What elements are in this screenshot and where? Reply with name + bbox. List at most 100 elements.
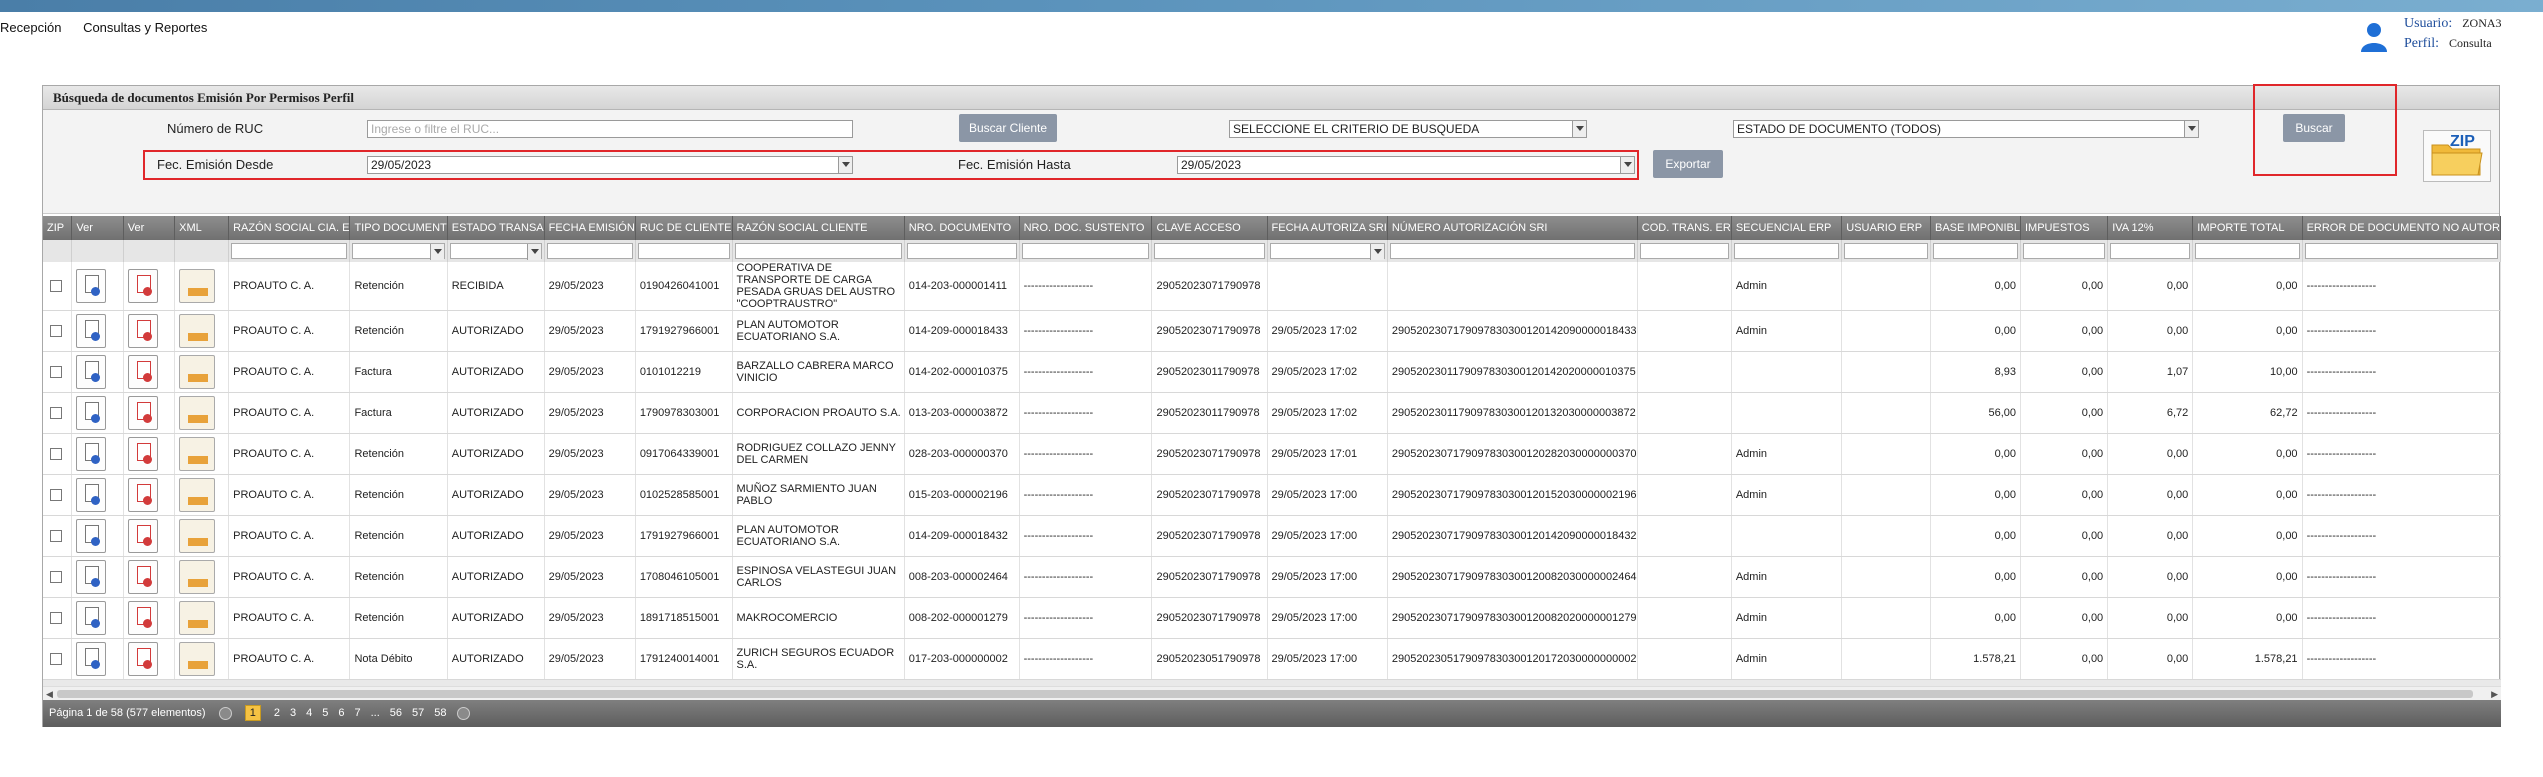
view-document-icon[interactable]: [76, 478, 107, 512]
view-document-icon[interactable]: [76, 519, 107, 553]
xml-icon[interactable]: [179, 314, 216, 348]
xml-icon[interactable]: [179, 601, 216, 635]
view-document-icon[interactable]: [76, 560, 107, 594]
pager-current-page[interactable]: 1: [244, 705, 261, 721]
xml-icon[interactable]: [179, 560, 216, 594]
pager-page-link[interactable]: 6: [338, 707, 344, 719]
column-filter-input[interactable]: [637, 243, 730, 259]
row-checkbox[interactable]: [50, 407, 62, 419]
column-header[interactable]: SECUENCIAL ERP: [1731, 216, 1843, 240]
pager-page-link[interactable]: 5: [322, 707, 328, 719]
column-header[interactable]: BASE IMPONIBL: [1930, 216, 2021, 240]
scroll-left-icon[interactable]: ◀: [46, 689, 53, 700]
menu-item-recepcion[interactable]: Recepción: [0, 20, 61, 35]
column-header[interactable]: ESTADO TRANSA: [447, 216, 545, 240]
view-document-icon[interactable]: [76, 314, 107, 348]
column-header[interactable]: NRO. DOCUMENTO: [904, 216, 1020, 240]
xml-icon[interactable]: [179, 396, 216, 430]
next-page-icon[interactable]: [456, 706, 470, 720]
pdf-icon[interactable]: [127, 601, 158, 635]
column-filter-input[interactable]: [1269, 243, 1385, 260]
column-header[interactable]: Ver: [71, 216, 124, 240]
xml-icon[interactable]: [179, 478, 216, 512]
xml-icon[interactable]: [179, 269, 216, 303]
column-filter-input[interactable]: [906, 243, 1017, 259]
pdf-icon[interactable]: [127, 519, 158, 553]
hasta-date-input[interactable]: 29/05/2023: [1177, 156, 1635, 174]
desde-date-input[interactable]: 29/05/2023: [367, 156, 853, 174]
column-filter-input[interactable]: [734, 243, 902, 259]
column-header[interactable]: NRO. DOC. SUSTENTO: [1019, 216, 1153, 240]
zip-download-button[interactable]: ZIP: [2423, 130, 2491, 182]
pager-page-link[interactable]: 58: [434, 707, 446, 719]
row-checkbox[interactable]: [50, 489, 62, 501]
xml-icon[interactable]: [179, 642, 216, 676]
pdf-icon[interactable]: [127, 478, 158, 512]
row-checkbox[interactable]: [50, 653, 62, 665]
column-header[interactable]: RAZÓN SOCIAL CIA. E: [228, 216, 351, 240]
row-checkbox[interactable]: [50, 612, 62, 624]
view-document-icon[interactable]: [76, 396, 107, 430]
row-checkbox[interactable]: [50, 530, 62, 542]
column-header[interactable]: IMPUESTOS: [2020, 216, 2109, 240]
column-header[interactable]: CLAVE ACCESO: [1151, 216, 1268, 240]
row-checkbox[interactable]: [50, 280, 62, 292]
pager-page-link[interactable]: 7: [355, 707, 361, 719]
row-checkbox[interactable]: [50, 448, 62, 460]
view-document-icon[interactable]: [76, 355, 107, 389]
row-checkbox[interactable]: [50, 571, 62, 583]
prev-page-icon[interactable]: [218, 706, 232, 720]
column-header[interactable]: NÚMERO AUTORIZACIÓN SRI: [1387, 216, 1638, 240]
perfil-value[interactable]: Consulta: [2449, 36, 2492, 50]
row-checkbox[interactable]: [50, 366, 62, 378]
pdf-icon[interactable]: [127, 437, 158, 471]
column-filter-input[interactable]: [1021, 243, 1150, 259]
column-header[interactable]: FECHA EMISIÓN: [544, 216, 636, 240]
column-header[interactable]: XML: [174, 216, 230, 240]
buscar-cliente-button[interactable]: Buscar Cliente: [959, 114, 1057, 142]
view-document-icon[interactable]: [76, 269, 107, 303]
estado-select[interactable]: ESTADO DE DOCUMENTO (TODOS): [1733, 120, 2199, 138]
pdf-icon[interactable]: [127, 560, 158, 594]
column-header[interactable]: COD. TRANS. ER: [1637, 216, 1732, 240]
column-filter-input[interactable]: [1389, 243, 1635, 259]
column-header[interactable]: RAZÓN SOCIAL CLIENTE: [732, 216, 905, 240]
column-header[interactable]: USUARIO ERP: [1841, 216, 1931, 240]
pdf-icon[interactable]: [127, 642, 158, 676]
row-checkbox[interactable]: [50, 325, 62, 337]
column-header[interactable]: ZIP: [43, 216, 73, 240]
pdf-icon[interactable]: [127, 269, 158, 303]
pdf-icon[interactable]: [127, 314, 158, 348]
column-filter-input[interactable]: [1844, 243, 1928, 259]
ruc-input[interactable]: Ingrese o filtre el RUC...: [367, 120, 853, 138]
criterio-select[interactable]: SELECCIONE EL CRITERIO DE BUSQUEDA: [1229, 120, 1587, 138]
column-header[interactable]: IMPORTE TOTAL: [2192, 216, 2303, 240]
scrollbar-thumb[interactable]: [57, 690, 2473, 698]
column-filter-input[interactable]: [2304, 243, 2498, 259]
column-filter-input[interactable]: [2110, 243, 2191, 259]
column-filter-input[interactable]: [2195, 243, 2300, 259]
view-document-icon[interactable]: [76, 642, 107, 676]
xml-icon[interactable]: [179, 355, 216, 389]
menu-item-consultas[interactable]: Consultas y Reportes: [83, 20, 207, 35]
pager-page-link[interactable]: 4: [306, 707, 312, 719]
pager-page-link[interactable]: 3: [290, 707, 296, 719]
column-filter-input[interactable]: [2022, 243, 2106, 259]
buscar-button[interactable]: Buscar: [2283, 114, 2345, 142]
horizontal-scrollbar[interactable]: ◀ ▶: [43, 686, 2501, 700]
column-filter-input[interactable]: [546, 243, 633, 259]
column-filter-input[interactable]: [1933, 243, 2018, 259]
view-document-icon[interactable]: [76, 437, 107, 471]
pager-page-link[interactable]: 2: [274, 707, 280, 719]
column-header[interactable]: RUC DE CLIENTE: [635, 216, 733, 240]
column-filter-input[interactable]: [449, 243, 542, 260]
column-filter-input[interactable]: [231, 243, 348, 259]
column-filter-input[interactable]: [1639, 243, 1729, 259]
column-filter-input[interactable]: [1733, 243, 1840, 259]
column-header[interactable]: TIPO DOCUMENT: [349, 216, 448, 240]
xml-icon[interactable]: [179, 519, 216, 553]
exportar-button[interactable]: Exportar: [1653, 150, 1723, 178]
column-header[interactable]: IVA 12%: [2107, 216, 2194, 240]
column-filter-input[interactable]: [1154, 243, 1265, 259]
pager-page-link[interactable]: 56: [390, 707, 402, 719]
